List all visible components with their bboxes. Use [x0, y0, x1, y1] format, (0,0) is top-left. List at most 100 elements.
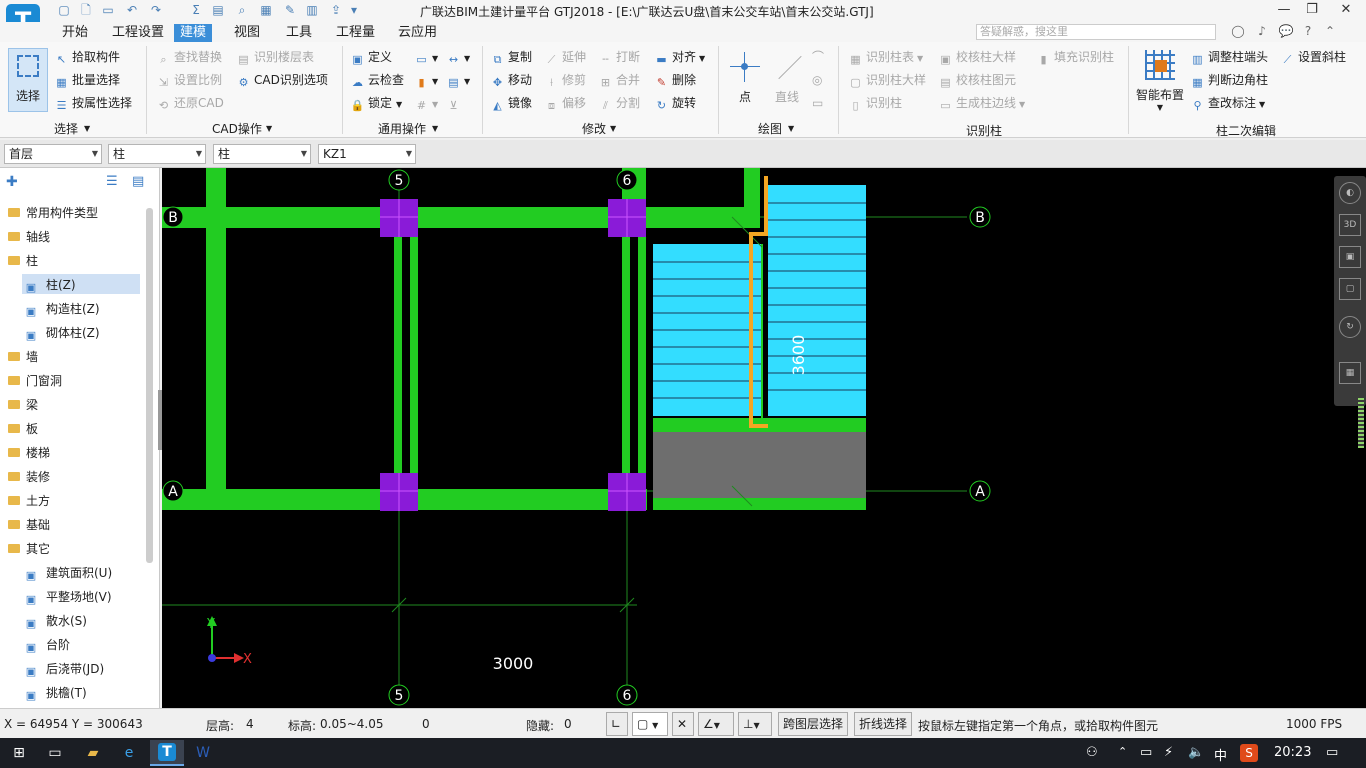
help-icon[interactable]: ?	[1300, 24, 1316, 40]
mirror-button[interactable]: ◭ 镜像	[490, 94, 532, 112]
tree-child-item[interactable]: ▣ 后浇带(JD)	[24, 658, 104, 680]
tree-folder-item[interactable]: 楼梯	[8, 442, 50, 464]
notification-icon[interactable]: ▭	[1326, 745, 1338, 760]
tab-view[interactable]: 视图	[228, 24, 266, 42]
layer-button[interactable]: ▭ ▼	[414, 48, 438, 66]
point-draw-button[interactable]: 点	[728, 48, 762, 108]
people-icon[interactable]: ⚇	[1086, 745, 1098, 760]
tree-scrollbar[interactable]	[146, 208, 153, 563]
sogou-icon[interactable]: S	[1240, 744, 1258, 762]
offset-button[interactable]: ⧈ 偏移	[544, 94, 586, 112]
tree-folder-item[interactable]: 其它	[8, 538, 50, 560]
tab-tools[interactable]: 工具	[280, 24, 318, 42]
polyline-select-button[interactable]: 折线选择	[854, 712, 913, 736]
cross-layer-select-button[interactable]: 跨图层选择	[778, 712, 849, 736]
cube-icon[interactable]: ▣	[1339, 246, 1361, 268]
snap-select[interactable]: ▢ ▼	[632, 712, 668, 736]
tree-folder-item[interactable]: 土方	[8, 490, 50, 512]
recognize-floor-table-button[interactable]: ▤ 识别楼层表	[236, 48, 314, 66]
tree-child-item[interactable]: ▣ 建筑面积(U)	[24, 562, 112, 584]
tab-modeling[interactable]: 建模	[174, 24, 213, 42]
recognize-column-table-button[interactable]: ▦ 识别柱表 ▼	[848, 48, 923, 66]
file-explorer-icon[interactable]: ▰	[82, 742, 104, 764]
align-button[interactable]: ▬ 对齐 ▼	[654, 48, 705, 66]
sum-icon[interactable]: Σ	[188, 3, 204, 18]
restore-icon[interactable]: ❐	[1302, 2, 1322, 20]
tree-child-item[interactable]: ▣ 台阶	[24, 634, 70, 656]
chevron-down-icon[interactable]: ▼	[788, 124, 794, 133]
tree-folder-item[interactable]: 常用构件类型	[8, 202, 98, 224]
rotate-button[interactable]: ↻ 旋转	[654, 94, 696, 112]
filter-button[interactable]: ⊻	[446, 94, 464, 112]
beam-stair-bottom[interactable]	[653, 498, 866, 510]
chat-icon[interactable]: 💬	[1278, 24, 1294, 40]
chevron-down-icon[interactable]: ▼	[266, 124, 272, 133]
angle-icon[interactable]: ∠▼	[698, 712, 734, 736]
copy-button[interactable]: ⧉ 复制	[490, 48, 532, 66]
list-view-icon[interactable]: ☰	[106, 174, 118, 189]
report-icon[interactable]: ▦	[258, 3, 274, 18]
find-icon[interactable]: ⌕	[234, 3, 250, 18]
generate-column-edge-button[interactable]: ▭ 生成柱边线 ▼	[938, 94, 1025, 112]
close-icon[interactable]: ✕	[1336, 2, 1356, 20]
tab-project-settings[interactable]: 工程设置	[106, 24, 170, 42]
tree-child-item[interactable]: ▣ 构造柱(Z)	[24, 298, 100, 320]
minimize-icon[interactable]: —	[1274, 2, 1294, 20]
measure-button[interactable]: ↔ ▼	[446, 48, 470, 66]
chevron-down-icon[interactable]: ▼	[432, 124, 438, 133]
task-view-icon[interactable]: ▭	[44, 742, 66, 764]
chevron-down-icon[interactable]: ▼	[610, 124, 616, 133]
grid-tool-button[interactable]: # ▼	[414, 94, 438, 112]
document-icon[interactable]: ▤	[210, 3, 226, 18]
split-button[interactable]: ⫽ 分割	[598, 94, 640, 112]
globe-icon[interactable]: ◐	[1339, 182, 1361, 204]
circle-icon[interactable]: ◎	[812, 71, 822, 89]
cross-icon[interactable]: ✕	[672, 712, 694, 736]
cloud-check-button[interactable]: ☁ 云检查	[350, 71, 404, 89]
tree-child-item[interactable]: ▣ 挑檐(T)	[24, 682, 87, 704]
beam-axis-B[interactable]	[162, 207, 760, 228]
batch-select-button[interactable]: ▦ 批量选择	[54, 71, 120, 89]
slab-landing[interactable]	[653, 432, 866, 498]
windows-start-icon[interactable]: ⊞	[8, 742, 30, 764]
cad-options-button[interactable]: ⚙ CAD识别选项	[236, 71, 328, 89]
redo-icon[interactable]: ↷	[148, 3, 164, 18]
export-icon[interactable]: ⇪	[328, 3, 344, 18]
new-file-icon[interactable]: ▢	[56, 3, 72, 18]
tree-folder-item[interactable]: 梁	[8, 394, 38, 416]
pen-icon[interactable]: ✎	[282, 3, 298, 18]
chevron-down-icon[interactable]: ▼	[84, 124, 90, 133]
merge-button[interactable]: ⊞ 合并	[598, 71, 640, 89]
browser-icon[interactable]: e	[118, 742, 140, 764]
expand-icon[interactable]: ⌃	[1322, 24, 1338, 40]
user-icon[interactable]: ◯	[1230, 24, 1246, 40]
set-scale-button[interactable]: ⇲ 设置比例	[156, 71, 222, 89]
line-draw-button[interactable]: 直线	[770, 48, 804, 108]
trim-button[interactable]: ⟊ 修剪	[544, 71, 586, 89]
offset-snap-icon[interactable]: ⊥▼	[738, 712, 772, 736]
tree-child-item[interactable]: ▣ 平整场地(V)	[24, 586, 112, 608]
smart-layout-button[interactable]: 智能布置 ▼	[1134, 48, 1186, 112]
drawing-canvas[interactable]: 5 6 5 6 B B A A 3000 3600 Y X	[162, 168, 1366, 708]
rotate-view-icon[interactable]: ↻	[1339, 316, 1361, 338]
extend-button[interactable]: ⟋ 延伸	[544, 48, 586, 66]
fill-recognize-column-button[interactable]: ▮ 填充识别柱	[1036, 48, 1114, 66]
add-icon[interactable]: ✚	[6, 174, 18, 190]
adjust-column-end-button[interactable]: ▥ 调整柱端头	[1190, 48, 1268, 66]
volume-icon[interactable]: 🔈	[1188, 745, 1204, 760]
tree-folder-item[interactable]: 板	[8, 418, 38, 440]
tree-folder-item[interactable]: 轴线	[8, 226, 50, 248]
tray-expand-icon[interactable]: ⌃	[1118, 745, 1127, 758]
search-input[interactable]: 答疑解惑，搜这里	[976, 24, 1216, 40]
select-by-property-button[interactable]: ☰ 按属性选择	[54, 94, 132, 112]
clock[interactable]: 20:23	[1274, 745, 1311, 760]
define-button[interactable]: ▣ 定义	[350, 48, 392, 66]
gtj-app-icon[interactable]: T	[150, 740, 184, 766]
word-icon[interactable]: W	[192, 742, 214, 764]
panel-view-icon[interactable]: ▤	[132, 174, 144, 189]
lock-button[interactable]: 🔒 锁定 ▼	[350, 94, 403, 112]
new-icon[interactable]: 🗋	[78, 3, 94, 18]
customize-icon[interactable]: ▾	[346, 3, 362, 18]
view-3d-icon[interactable]: 3D	[1339, 214, 1361, 236]
tree-folder-item[interactable]: 墙	[8, 346, 38, 368]
